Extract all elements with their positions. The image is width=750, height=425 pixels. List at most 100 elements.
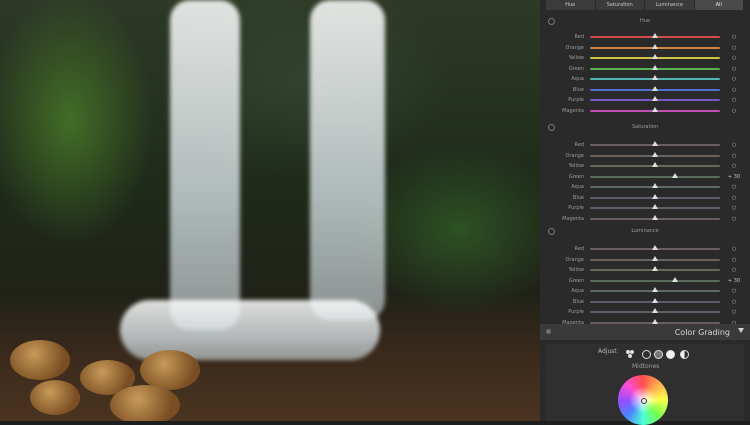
app: Hue Saturation Luminance All Hue Red ○ Orange… (0, 0, 750, 425)
slider-thumb[interactable] (652, 96, 658, 101)
slider-value[interactable]: ○ (724, 265, 744, 275)
slider-thumb[interactable] (652, 162, 658, 167)
foreground-rock (10, 340, 70, 380)
slider-label: Red (574, 142, 585, 148)
slider-value[interactable]: ○ (724, 140, 744, 150)
section-title-saturation: Saturation (631, 124, 659, 130)
color-grading-header[interactable]: Color Grading (540, 324, 750, 340)
slider-label: Yellow (568, 267, 584, 273)
slider-thumb[interactable] (652, 245, 658, 250)
slider-value[interactable]: ○ (724, 74, 744, 84)
slider-label: Purple (568, 309, 584, 315)
highlights-mode-icon[interactable] (666, 350, 675, 359)
three-way-mode-icon[interactable] (626, 350, 635, 359)
slider-value[interactable]: ○ (724, 297, 744, 307)
waterfall-stream-right (310, 0, 385, 320)
slider-track[interactable] (590, 279, 720, 282)
slider-row-hue-red: Red ○ (546, 32, 744, 42)
adjust-label: Adjust (598, 348, 617, 355)
midtones-mode-icon[interactable] (654, 350, 663, 359)
slider-label: Yellow (568, 55, 584, 61)
slider-label: Magenta (562, 107, 584, 114)
slider-value[interactable]: ○ (724, 203, 744, 213)
slider-value[interactable]: ○ (724, 53, 744, 63)
slider-value[interactable]: ○ (724, 64, 744, 74)
slider-thumb[interactable] (652, 287, 658, 292)
saturation-section: Saturation Red ○ Orange ○ Yellow ○ Green + 30 Aq… (546, 118, 744, 222)
slider-track[interactable] (590, 175, 720, 178)
slider-thumb[interactable] (652, 318, 658, 324)
slider-label: Green (568, 173, 584, 180)
slider-thumb[interactable] (652, 54, 658, 59)
tab-saturation[interactable]: Saturation (595, 0, 645, 10)
slider-thumb[interactable] (652, 204, 658, 209)
slider-thumb[interactable] (652, 33, 658, 38)
slider-value[interactable]: ○ (724, 151, 744, 161)
slider-row-hue-aqua: Aqua ○ (546, 74, 744, 84)
slider-value[interactable]: ○ (724, 43, 744, 53)
slider-thumb[interactable] (652, 85, 658, 91)
slider-value[interactable]: + 30 (724, 276, 744, 286)
slider-row-saturation-blue: Blue ○ (546, 193, 744, 203)
hsl-tabs: Hue Saturation Luminance All (546, 0, 744, 10)
slider-value[interactable]: ○ (724, 307, 744, 317)
slider-thumb[interactable] (652, 141, 658, 146)
slider-value[interactable]: ○ (724, 95, 744, 105)
section-title-luminance: Luminance (631, 228, 659, 234)
slider-thumb[interactable] (652, 308, 658, 313)
slider-value[interactable]: ○ (724, 255, 744, 265)
slider-row-saturation-purple: Purple ○ (546, 203, 744, 213)
shadows-mode-icon[interactable] (642, 350, 651, 359)
slider-thumb[interactable] (652, 75, 658, 80)
slider-thumb[interactable] (652, 151, 658, 157)
slider-label: Aqua (571, 184, 584, 190)
slider-row-luminance-blue: Blue ○ (546, 297, 744, 307)
slider-row-saturation-red: Red ○ (546, 140, 744, 150)
color-grading-toggle-icon[interactable] (546, 329, 551, 334)
tab-hue[interactable]: Hue (546, 0, 596, 10)
slider-value[interactable]: ○ (724, 182, 744, 192)
slider-value[interactable]: ○ (724, 106, 744, 116)
photo-preview (0, 0, 540, 421)
slider-thumb[interactable] (652, 297, 658, 303)
slider-row-hue-blue: Blue ○ (546, 85, 744, 95)
slider-thumb[interactable] (652, 255, 658, 261)
slider-thumb[interactable] (652, 214, 658, 220)
tab-luminance[interactable]: Luminance (645, 0, 695, 10)
waterfall-stream-left (170, 0, 240, 330)
slider-value[interactable]: ○ (724, 161, 744, 171)
slider-value[interactable]: ○ (724, 286, 744, 296)
foreground-rock (140, 350, 200, 390)
slider-thumb[interactable] (652, 64, 658, 70)
slider-label: Purple (568, 205, 584, 211)
global-mode-icon[interactable] (680, 350, 689, 359)
slider-value[interactable]: ○ (724, 32, 744, 42)
slider-thumb[interactable] (652, 43, 658, 49)
collapse-arrow-icon[interactable] (738, 328, 744, 333)
slider-value[interactable]: + 30 (724, 172, 744, 182)
slider-thumb[interactable] (671, 276, 678, 282)
slider-row-hue-orange: Orange ○ (546, 43, 744, 53)
slider-row-saturation-aqua: Aqua ○ (546, 182, 744, 192)
slider-thumb[interactable] (652, 106, 658, 112)
slider-value[interactable]: ○ (724, 85, 744, 95)
slider-thumb[interactable] (671, 172, 678, 178)
slider-row-luminance-orange: Orange ○ (546, 255, 744, 265)
midtones-color-wheel[interactable] (618, 375, 668, 425)
slider-label: Green (568, 277, 584, 284)
slider-row-hue-magenta: Magenta ○ (546, 106, 744, 116)
slider-thumb[interactable] (652, 266, 658, 271)
slider-row-luminance-purple: Purple ○ (546, 307, 744, 317)
slider-row-luminance-aqua: Aqua ○ (546, 286, 744, 296)
slider-label: Red (574, 34, 585, 40)
slider-thumb[interactable] (652, 193, 658, 199)
slider-label: Yellow (568, 163, 584, 169)
slider-row-hue-yellow: Yellow ○ (546, 53, 744, 63)
tab-all[interactable]: All (694, 0, 744, 10)
slider-thumb[interactable] (652, 183, 658, 188)
slider-value[interactable]: ○ (724, 244, 744, 254)
slider-label: Blue (572, 298, 584, 305)
wheel-center-handle[interactable] (641, 398, 647, 404)
slider-value[interactable]: ○ (724, 193, 744, 203)
slider-label: Aqua (571, 76, 584, 82)
